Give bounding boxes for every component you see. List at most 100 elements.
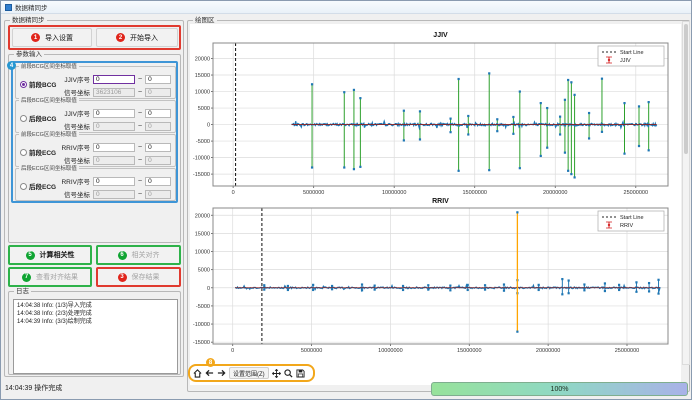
set-range-button[interactable]: 设置范围(Z)	[229, 367, 269, 379]
row-label: JJIV序号	[56, 74, 90, 84]
rear-ecg-rriv-start-input[interactable]	[93, 177, 135, 186]
front-ecg-rriv-row: RRIV序号 ~	[56, 142, 171, 152]
row-label: RRIV序号	[56, 142, 90, 152]
param-group-front-bcg: 前段BCG区间坐标取值 前段BCG JJIV序号 ~ 信号坐标 ~	[15, 66, 176, 99]
view-align-result-button[interactable]: 7 查看对齐结果	[10, 269, 90, 285]
svg-text:-5000: -5000	[196, 304, 210, 310]
row-label: 信号坐标	[56, 155, 90, 165]
rear-bcg-title: 后段BCG区间坐标取值	[19, 98, 79, 104]
window-title: 数据精同步	[15, 2, 48, 12]
svg-text:15000000: 15000000	[457, 348, 481, 354]
svg-text:5000: 5000	[198, 106, 210, 112]
plot-area-title: 绘图区	[193, 17, 217, 24]
progress-label: 100%	[551, 386, 569, 393]
corr-align-button[interactable]: 6 相关对齐	[98, 247, 179, 263]
step-badge-5: 5	[26, 251, 35, 260]
svg-text:20000000: 20000000	[536, 348, 560, 354]
front-ecg-signal-start-input	[93, 156, 135, 165]
step-badge-2: 2	[116, 33, 125, 42]
tilde: ~	[138, 191, 142, 198]
zoom-icon[interactable]	[284, 367, 293, 379]
tilde: ~	[138, 178, 142, 185]
back-arrow-icon[interactable]	[205, 367, 214, 379]
calc-correlation-label: 计算相关性	[40, 250, 75, 260]
front-bcg-signal-start-input	[93, 88, 135, 97]
rear-ecg-rriv-row: RRIV序号 ~	[56, 176, 171, 186]
jjiv-chart[interactable]: 0500000010000000150000002000000025000000…	[193, 27, 683, 195]
rear-ecg-radio[interactable]: 后段ECG	[20, 181, 56, 191]
svg-text:15000: 15000	[195, 73, 210, 79]
rear-bcg-jjiv-end-input[interactable]	[145, 109, 171, 118]
rear-ecg-signal-start-input	[93, 190, 135, 199]
svg-text:0: 0	[207, 286, 210, 292]
forward-arrow-icon[interactable]	[217, 367, 226, 379]
svg-text:JJIV: JJIV	[620, 58, 631, 64]
rear-ecg-rriv-end-input[interactable]	[145, 177, 171, 186]
rear-bcg-signal-row: 信号坐标 ~	[56, 121, 171, 131]
rear-ecg-title: 后段ECG区间坐标取值	[19, 166, 79, 172]
tilde: ~	[138, 110, 142, 117]
step-badge-6: 6	[118, 251, 127, 260]
save-icon[interactable]	[296, 367, 305, 379]
radio-label: 后段ECG	[29, 181, 56, 191]
svg-text:-10000: -10000	[193, 322, 210, 328]
front-ecg-rriv-end-input[interactable]	[145, 143, 171, 152]
rear-ecg-signal-end-input	[145, 190, 171, 199]
sync-panel-title: 数据精同步	[10, 17, 47, 24]
radio-label: 后段BCG	[29, 113, 56, 123]
tilde: ~	[138, 89, 142, 96]
log-textarea[interactable]: 14:04:38 Info: (1/3)导入完成 14:04:38 Info: …	[13, 299, 178, 374]
svg-text:20000: 20000	[195, 213, 210, 219]
radio-dot	[20, 183, 27, 190]
svg-text:-15000: -15000	[193, 340, 210, 346]
front-bcg-jjiv-row: JJIV序号 ~	[56, 74, 171, 84]
app-icon	[5, 4, 12, 11]
step-badge-7: 7	[22, 273, 31, 282]
front-ecg-rriv-start-input[interactable]	[93, 143, 135, 152]
start-import-button[interactable]: 2 开始导入	[96, 28, 178, 47]
front-bcg-title: 前段BCG区间坐标取值	[19, 64, 79, 70]
svg-text:JJIV: JJIV	[433, 32, 448, 39]
front-bcg-jjiv-end-input[interactable]	[145, 75, 171, 84]
tilde: ~	[138, 76, 142, 83]
home-icon[interactable]	[193, 367, 202, 379]
log-group-title: 日志	[14, 288, 31, 295]
svg-text:-10000: -10000	[193, 156, 210, 162]
param-group-rear-bcg: 后段BCG区间坐标取值 后段BCG JJIV序号 ~ 信号坐标 ~	[15, 100, 176, 133]
log-line: 14:04:38 Info: (1/3)导入完成	[17, 302, 174, 310]
front-ecg-signal-row: 信号坐标 ~	[56, 155, 171, 165]
rear-bcg-radio[interactable]: 后段BCG	[20, 113, 56, 123]
front-bcg-radio[interactable]: 前段BCG	[20, 79, 56, 89]
svg-text:10000: 10000	[195, 250, 210, 256]
import-settings-label: 导入设置	[45, 33, 73, 43]
front-ecg-radio[interactable]: 前段ECG	[20, 147, 56, 157]
rear-bcg-signal-end-input	[145, 122, 171, 131]
svg-text:15000: 15000	[195, 231, 210, 237]
plot-scrollbar[interactable]	[682, 21, 690, 365]
svg-text:RRIV: RRIV	[620, 223, 633, 229]
front-bcg-signal-end-input	[145, 88, 171, 97]
row-label: 信号坐标	[56, 121, 90, 131]
tilde: ~	[138, 144, 142, 151]
rriv-chart[interactable]: 0500000010000000150000002000000025000000…	[193, 195, 683, 361]
radio-dot	[20, 149, 27, 156]
svg-text:0: 0	[231, 348, 234, 354]
row-label: 信号坐标	[56, 87, 90, 97]
import-settings-button[interactable]: 1 导入设置	[12, 28, 92, 47]
titlebar: 数据精同步	[1, 1, 691, 14]
svg-text:5000000: 5000000	[301, 348, 322, 354]
pan-icon[interactable]	[272, 367, 281, 379]
radio-dot	[20, 115, 27, 122]
row-label: 信号坐标	[56, 189, 90, 199]
svg-text:RRIV: RRIV	[432, 198, 449, 205]
step-badge-8: 8	[206, 358, 215, 367]
rear-bcg-jjiv-start-input[interactable]	[93, 109, 135, 118]
front-bcg-jjiv-start-input[interactable]	[93, 75, 135, 84]
save-result-button[interactable]: 3 保存结果	[98, 269, 179, 285]
view-align-result-label: 查看对齐结果	[36, 272, 78, 282]
calc-correlation-button[interactable]: 5 计算相关性	[10, 247, 90, 263]
rear-ecg-signal-row: 信号坐标 ~	[56, 189, 171, 199]
svg-text:25000000: 25000000	[615, 348, 639, 354]
scrollbar-thumb[interactable]	[684, 24, 688, 154]
tilde: ~	[138, 123, 142, 130]
